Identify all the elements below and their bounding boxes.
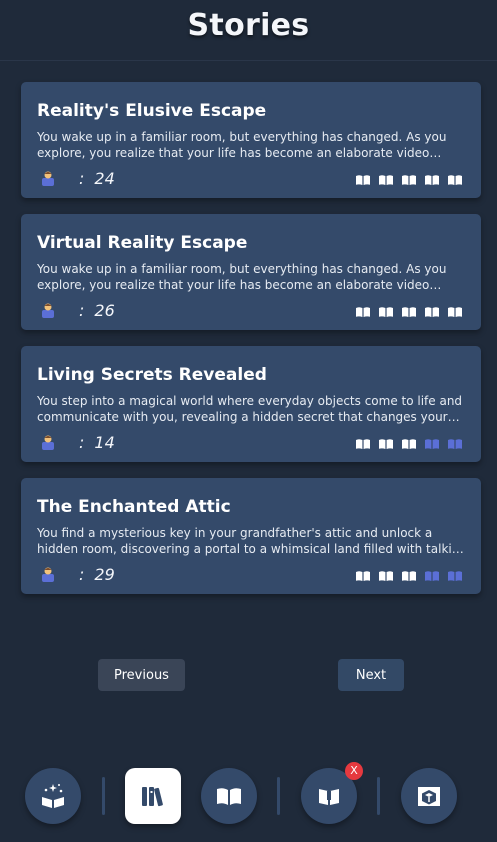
filled-book-icon bbox=[401, 171, 417, 190]
story-meta: : 14 bbox=[39, 432, 115, 452]
filled-book-icon bbox=[355, 303, 371, 322]
reader-avatar-icon bbox=[39, 433, 57, 451]
notification-badge[interactable]: X bbox=[345, 762, 363, 780]
reader-count: 14 bbox=[94, 432, 115, 452]
page-title: Stories bbox=[187, 8, 310, 43]
nav-library-button[interactable] bbox=[125, 768, 181, 824]
book-rating bbox=[355, 567, 463, 586]
filled-book-icon bbox=[378, 567, 394, 586]
book-rating bbox=[355, 303, 463, 322]
filled-book-icon bbox=[378, 303, 394, 322]
nav-magic-book-button[interactable] bbox=[25, 768, 81, 824]
filled-book-icon bbox=[401, 567, 417, 586]
filled-book-icon bbox=[447, 171, 463, 190]
story-title: The Enchanted Attic bbox=[37, 497, 231, 517]
filled-book-icon bbox=[401, 303, 417, 322]
story-description: You wake up in a familiar room, but ever… bbox=[37, 262, 447, 292]
story-title: Living Secrets Revealed bbox=[37, 365, 267, 385]
reader-avatar-icon bbox=[39, 301, 57, 319]
filled-book-icon bbox=[355, 435, 371, 454]
magic-book-icon bbox=[42, 784, 64, 808]
book-rating bbox=[355, 435, 463, 454]
story-meta: : 24 bbox=[39, 168, 115, 188]
reader-avatar-icon bbox=[39, 169, 57, 187]
story-description: You find a mysterious key in your grandf… bbox=[37, 526, 467, 556]
filled-book-icon bbox=[355, 171, 371, 190]
filled-book-icon bbox=[355, 567, 371, 586]
story-card[interactable]: Reality's Elusive Escape You wake up in … bbox=[21, 82, 481, 198]
story-description: You step into a magical world where ever… bbox=[37, 394, 463, 424]
empty-book-icon bbox=[447, 567, 463, 586]
reader-count: 24 bbox=[94, 168, 115, 188]
nav-box-book-button[interactable] bbox=[401, 768, 457, 824]
story-meta: : 29 bbox=[39, 564, 115, 584]
open-book-icon bbox=[217, 788, 241, 805]
library-icon bbox=[142, 787, 163, 807]
filled-book-icon bbox=[447, 303, 463, 322]
meta-separator: : bbox=[79, 432, 85, 452]
filled-book-icon bbox=[378, 435, 394, 454]
empty-book-icon bbox=[424, 435, 440, 454]
nav-separator bbox=[102, 777, 105, 815]
header-divider bbox=[0, 60, 497, 61]
book-badge-icon bbox=[319, 789, 339, 805]
reader-count: 29 bbox=[94, 564, 115, 584]
story-description: You wake up in a familiar room, but ever… bbox=[37, 130, 447, 160]
stories-screen: Stories Reality's Elusive Escape You wak… bbox=[0, 0, 497, 842]
nav-separator bbox=[377, 777, 380, 815]
reader-avatar-icon bbox=[39, 565, 57, 583]
story-title: Virtual Reality Escape bbox=[37, 233, 248, 253]
filled-book-icon bbox=[424, 171, 440, 190]
empty-book-icon bbox=[424, 567, 440, 586]
next-button[interactable]: Next bbox=[338, 659, 404, 691]
meta-separator: : bbox=[79, 168, 85, 188]
box-book-icon bbox=[418, 787, 440, 806]
story-title: Reality's Elusive Escape bbox=[37, 101, 267, 121]
nav-separator bbox=[277, 777, 280, 815]
story-card[interactable]: Virtual Reality Escape You wake up in a … bbox=[21, 214, 481, 330]
bottom-nav: X bbox=[0, 760, 497, 840]
meta-separator: : bbox=[79, 300, 85, 320]
nav-book-button[interactable]: X bbox=[301, 762, 363, 824]
filled-book-icon bbox=[424, 303, 440, 322]
previous-button[interactable]: Previous bbox=[98, 659, 185, 691]
meta-separator: : bbox=[79, 564, 85, 584]
empty-book-icon bbox=[447, 435, 463, 454]
story-list: Reality's Elusive Escape You wake up in … bbox=[21, 82, 481, 610]
nav-open-book-button[interactable] bbox=[201, 768, 257, 824]
filled-book-icon bbox=[401, 435, 417, 454]
filled-book-icon bbox=[378, 171, 394, 190]
reader-count: 26 bbox=[94, 300, 115, 320]
story-card[interactable]: Living Secrets Revealed You step into a … bbox=[21, 346, 481, 462]
story-meta: : 26 bbox=[39, 300, 115, 320]
story-card[interactable]: The Enchanted Attic You find a mysteriou… bbox=[21, 478, 481, 594]
book-rating bbox=[355, 171, 463, 190]
